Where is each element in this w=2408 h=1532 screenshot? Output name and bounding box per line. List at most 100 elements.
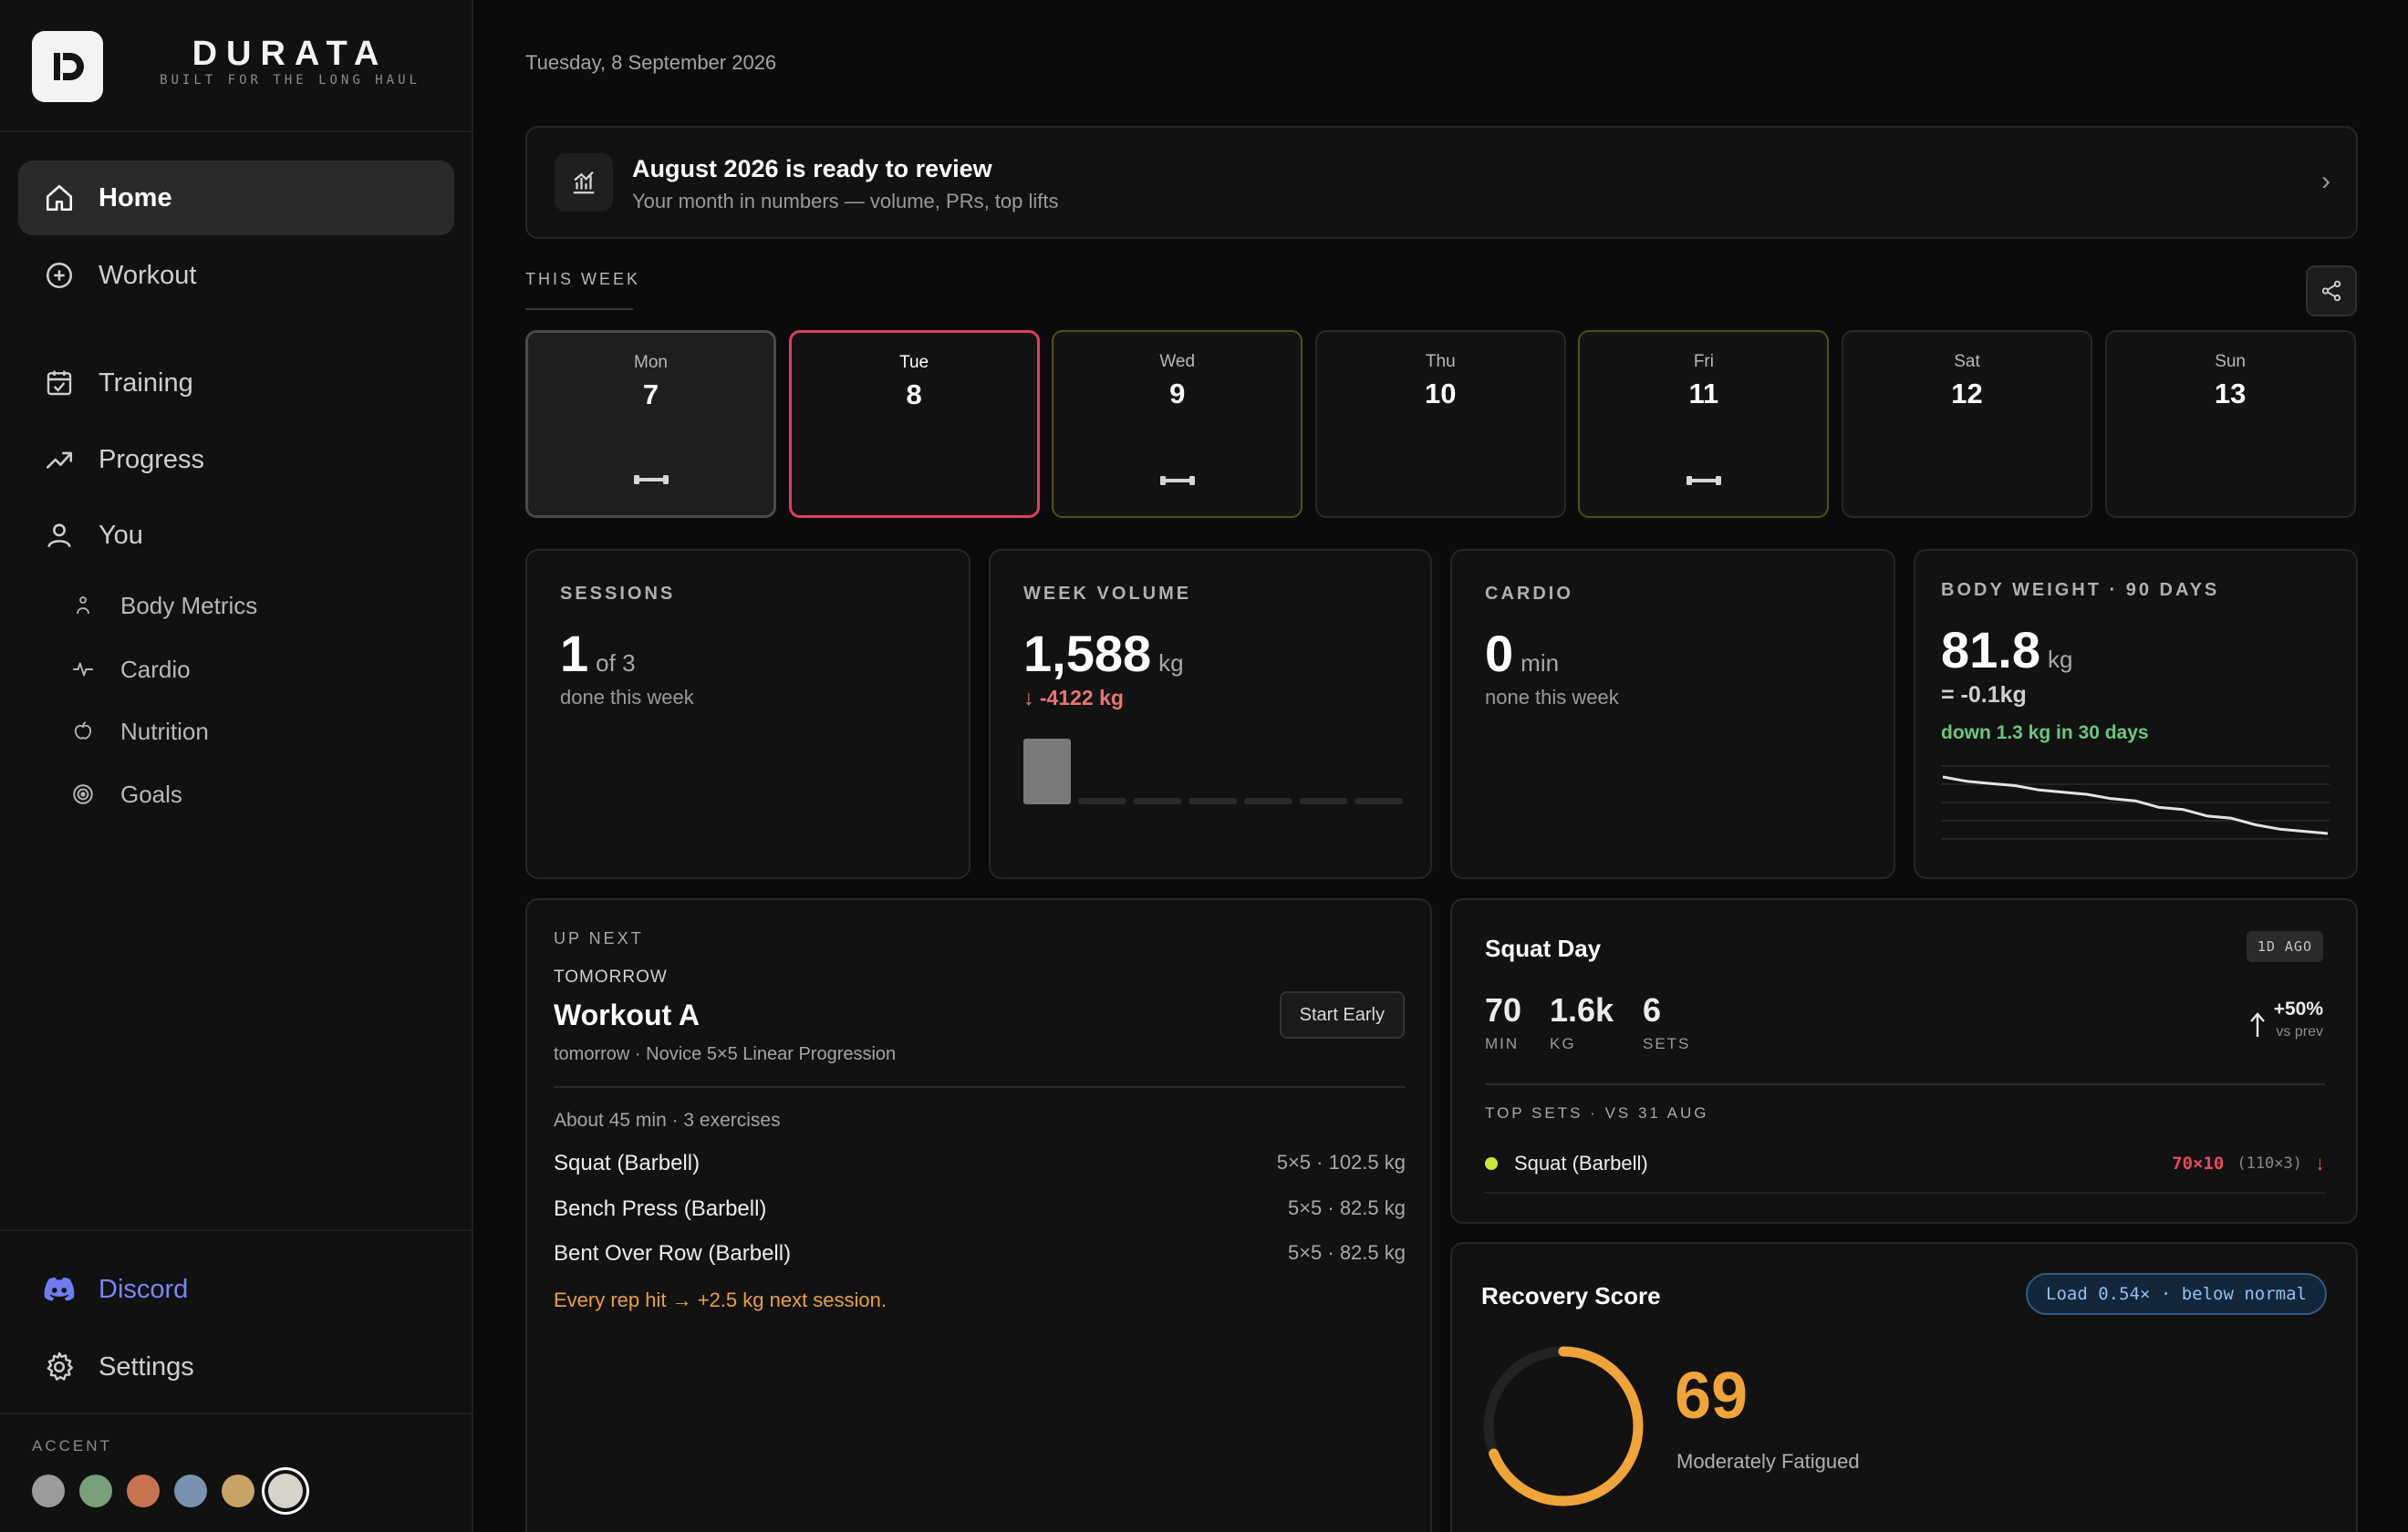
nav-cardio[interactable]: Cardio [69,644,452,695]
exercise-name: Squat (Barbell) [1514,1152,1648,1175]
card-label: BODY WEIGHT · 90 DAYS [1941,580,2220,600]
day-date: 12 [1951,378,1983,409]
brand-tagline: BUILT FOR THE LONG HAUL [160,73,420,88]
card-label: CARDIO [1485,584,1573,604]
day-name: Wed [1159,352,1196,371]
nav-nutrition[interactable]: Nutrition [69,706,452,757]
nav-you[interactable]: You [18,498,454,573]
body-weight-card[interactable]: BODY WEIGHT · 90 DAYS 81.8 kg = -0.1kg d… [1914,549,2358,879]
arrow-up-icon [2249,1012,2265,1037]
exercise-row[interactable]: Bench Press (Barbell) 5×5 · 82.5 kg [554,1196,1406,1222]
day-card-tue[interactable]: Tue 8 [788,330,1040,518]
nav-goals[interactable]: Goals [69,769,452,820]
nav-body-metrics[interactable]: Body Metrics [69,580,452,631]
stat-value: 1.6k [1550,991,1614,1029]
session-age-badge: 1D AGO [2246,931,2323,962]
recovery-title: Recovery Score [1481,1282,1661,1309]
nav-discord[interactable]: Discord [18,1252,454,1327]
workout-title: Workout A [554,999,700,1031]
review-subtitle: Your month in numbers — volume, PRs, top… [632,190,1059,212]
nav-label: Training [99,367,193,398]
sessions-card[interactable]: SESSIONS 1 of 3 done this week [525,549,970,879]
week-volume-card[interactable]: WEEK VOLUME 1,588 kg ↓ -4122 kg [989,549,1432,879]
cardio-card[interactable]: CARDIO 0 min none this week [1450,549,1895,879]
accent-swatch[interactable] [174,1475,207,1507]
divider [0,1229,473,1231]
discord-icon [42,1272,77,1307]
day-card-fri[interactable]: Fri 11 [1578,330,1830,518]
nav-label: Discord [99,1274,189,1304]
nav-label: Home [99,182,172,212]
day-card-sun[interactable]: Sun 13 [2104,330,2356,518]
start-early-button[interactable]: Start Early [1279,991,1405,1039]
brand-name: DURATA [192,35,389,73]
recovery-ring [1483,1346,1644,1506]
dumbbell-icon [1686,476,1721,485]
divider [0,130,473,132]
recovery-status: Moderately Fatigued [1676,1450,1860,1473]
session-change: +50% vs prev [2248,999,2323,1040]
recovery-card[interactable]: Recovery Score Load 0.54× · below normal… [1450,1242,2358,1532]
top-set-prev: (110×3) [2237,1154,2302,1173]
nav-label: Settings [99,1351,194,1382]
volume-value: 1,588 kg [1023,624,1184,683]
exercise-spec: 5×5 · 82.5 kg [1287,1196,1406,1219]
home-icon [42,181,77,215]
day-card-wed[interactable]: Wed 9 [1052,330,1303,518]
section-underline [525,308,633,310]
nav-settings[interactable]: Settings [18,1330,454,1404]
workout-marker [528,471,773,488]
accent-label: ACCENT [32,1437,112,1454]
share-button[interactable] [2306,265,2357,316]
exercise-row[interactable]: Bent Over Row (Barbell) 5×5 · 82.5 kg [554,1241,1406,1267]
top-set-row[interactable]: Squat (Barbell) 70×10 (110×3) ↓ [1485,1152,2325,1175]
nav-label: Workout [99,260,197,290]
user-icon [42,518,77,553]
up-next-when: TOMORROW [554,968,668,987]
value-unit: of 3 [596,649,636,677]
volume-bars [1023,739,1403,804]
day-name: Thu [1425,352,1456,371]
volume-bar [1354,798,1403,804]
volume-bar [1078,798,1126,804]
day-date: 11 [1688,378,1719,409]
card-subtext: none this week [1485,686,1619,709]
calendar-check-icon [42,366,77,400]
day-card-sat[interactable]: Sat 12 [1842,330,2092,518]
person-icon [69,592,97,619]
top-set-value: 70×10 [2172,1154,2225,1174]
day-date: 8 [906,378,922,410]
sessions-value: 1 of 3 [560,624,636,683]
arrow-down-icon: ↓ [2315,1152,2325,1175]
monthly-review-banner[interactable]: August 2026 is ready to review Your mont… [525,126,2358,239]
volume-bar [1133,798,1182,804]
card-label: SESSIONS [560,584,676,604]
stat-value: 70 [1485,991,1522,1029]
nav-home[interactable]: Home [18,160,454,235]
nav-label: Body Metrics [120,591,258,619]
chart-icon [555,153,613,212]
value-unit: min [1521,649,1560,677]
nav-training[interactable]: Training [18,346,454,420]
exercise-row[interactable]: Squat (Barbell) 5×5 · 102.5 kg [554,1151,1406,1176]
value-number: 0 [1485,625,1514,682]
app-logo[interactable] [32,31,103,102]
accent-swatch[interactable] [268,1474,303,1508]
divider [0,1413,473,1414]
day-date: 13 [2214,378,2247,409]
nav-label: You [99,520,143,550]
last-session-card[interactable]: Squat Day 1D AGO 70 MIN 1.6k KG 6 SETS +… [1450,898,2358,1224]
dumbbell-icon [1159,476,1195,485]
day-card-thu[interactable]: Thu 10 [1314,330,1566,518]
share-icon [2321,280,2341,302]
accent-swatch[interactable] [32,1475,65,1507]
day-name: Mon [634,353,668,372]
change-value: +50% [2273,999,2323,1020]
nav-workout[interactable]: Workout [18,238,454,313]
day-card-mon[interactable]: Mon 7 [525,330,776,518]
accent-swatch[interactable] [222,1475,254,1507]
accent-swatch[interactable] [79,1475,112,1507]
accent-swatch[interactable] [127,1475,160,1507]
volume-delta: ↓ -4122 kg [1023,686,1124,709]
nav-progress[interactable]: Progress [18,422,454,497]
